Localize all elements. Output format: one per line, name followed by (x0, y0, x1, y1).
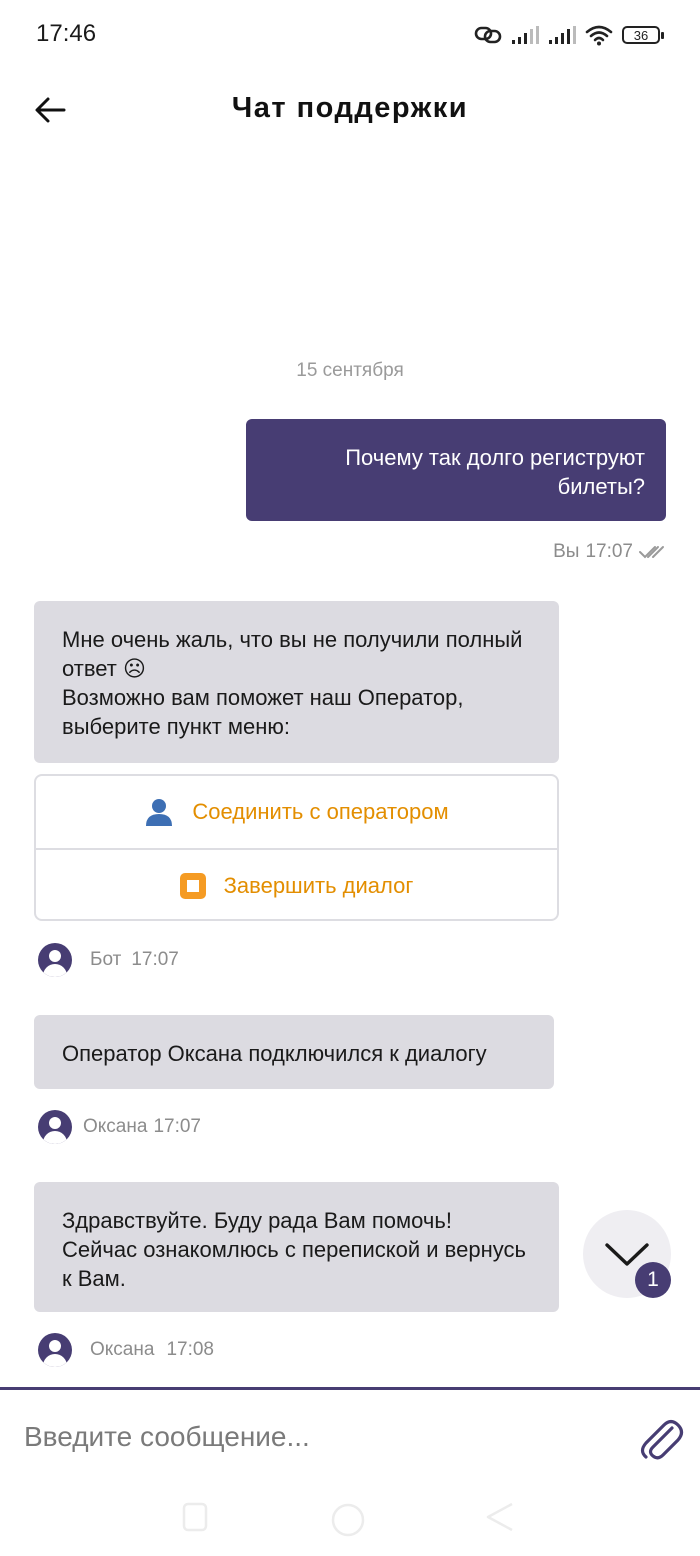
avatar (38, 943, 72, 977)
battery-level: 36 (633, 27, 649, 43)
message-time: 17:08 (166, 1339, 214, 1360)
incoming-message: Оператор Оксана подключился к диалогу (34, 1015, 554, 1089)
message-time: 17:07 (131, 949, 179, 970)
attach-button[interactable] (640, 1414, 684, 1464)
page-title: Чат поддержки (231, 92, 469, 124)
end-dialog-button[interactable]: Завершить диалог (36, 848, 557, 922)
message-author: Оксана (83, 1116, 148, 1137)
system-nav-bar (0, 1490, 700, 1556)
avatar (38, 1110, 72, 1144)
message-meta: Оксана 17:07 (38, 1110, 201, 1144)
link-icon (474, 26, 502, 44)
message-meta: Оксана 17:08 (38, 1333, 214, 1367)
person-icon (144, 797, 174, 827)
recent-apps-icon[interactable] (182, 1502, 208, 1532)
message-author: Вы (553, 541, 580, 562)
stop-icon (179, 873, 206, 899)
home-icon[interactable] (330, 1502, 366, 1538)
message-input[interactable] (24, 1412, 614, 1462)
battery-icon: 36 (622, 26, 664, 44)
menu-item-label: Соединить с оператором (192, 799, 449, 824)
status-bar: 17:46 36 (0, 0, 700, 70)
message-line: Возможно вам поможет наш Оператор, выбер… (62, 685, 464, 739)
status-icons: 36 (474, 22, 664, 48)
app-bar: Чат поддержки (0, 70, 700, 150)
double-check-icon (639, 546, 664, 559)
status-time: 17:46 (36, 20, 97, 47)
outgoing-message: Почему так долго региструют билеты? (246, 419, 666, 521)
message-time: 17:07 (153, 1116, 201, 1137)
signal-icon (512, 26, 539, 44)
wifi-icon (585, 25, 613, 46)
incoming-message: Мне очень жаль, что вы не получили полны… (34, 601, 559, 763)
connect-operator-button[interactable]: Соединить с оператором (36, 776, 557, 848)
bot-menu: Соединить с оператором Завершить диалог (34, 774, 559, 921)
message-meta: Вы 17:07 (553, 541, 665, 563)
date-separator: 15 сентября (296, 360, 404, 381)
message-line: Мне очень жаль, что вы не получили полны… (62, 627, 523, 681)
unread-badge: 1 (635, 1262, 671, 1298)
message-time: 17:07 (585, 541, 633, 562)
back-nav-icon[interactable] (484, 1502, 514, 1532)
message-meta: Бот 17:07 (38, 943, 179, 977)
menu-item-label: Завершить диалог (223, 873, 414, 898)
message-composer (0, 1387, 700, 1490)
incoming-message: Здравствуйте. Буду рада Вам помочь! Сейч… (34, 1182, 559, 1312)
signal-icon (549, 26, 576, 44)
message-author: Бот (90, 949, 122, 970)
avatar (38, 1333, 72, 1367)
message-author: Оксана (90, 1339, 155, 1360)
paperclip-icon (640, 1419, 684, 1460)
